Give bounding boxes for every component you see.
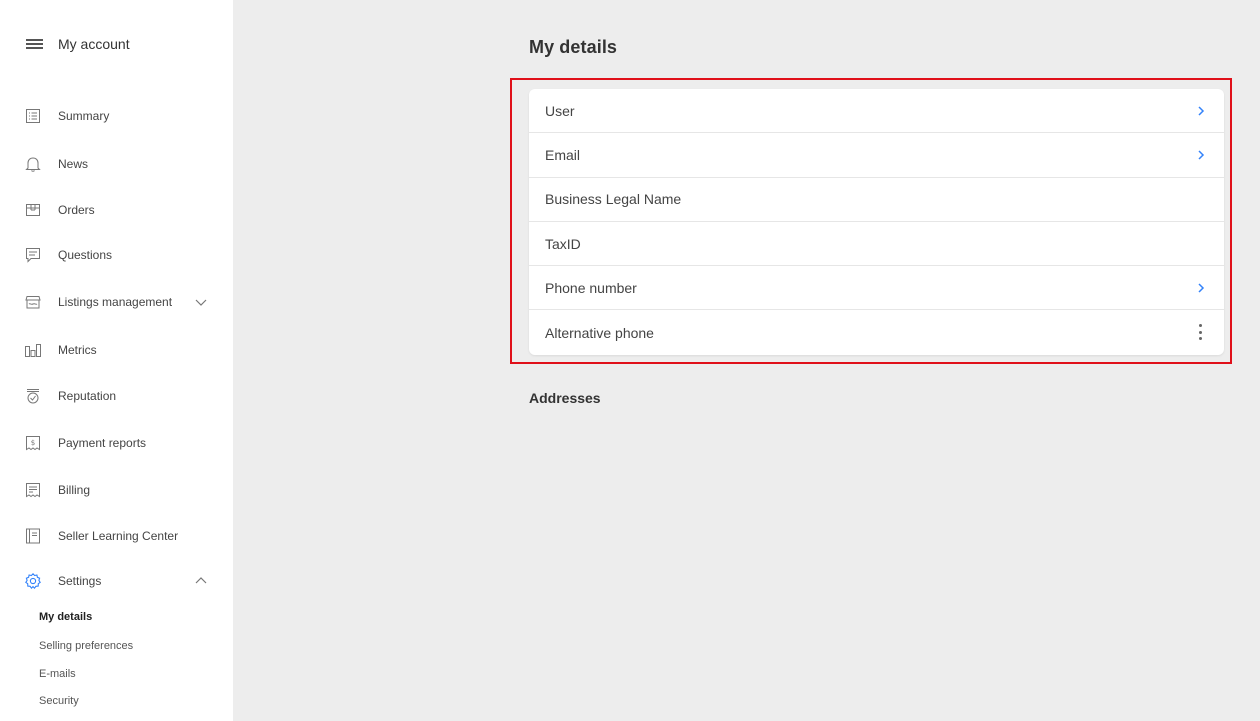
sidebar-item-label: Summary [58, 109, 110, 123]
detail-row-user[interactable]: User [529, 89, 1224, 134]
addresses-title: Addresses [529, 390, 601, 406]
sidebar-item-label: Questions [58, 248, 113, 262]
chevron-right-icon[interactable] [1196, 104, 1206, 118]
sidebar-item-reputation[interactable]: Reputation [24, 384, 214, 408]
detail-row-taxid: TaxID [529, 222, 1224, 267]
sidebar-item-settings[interactable]: Settings [24, 569, 214, 593]
sidebar-item-metrics[interactable]: Metrics [24, 338, 214, 362]
bell-icon [24, 155, 42, 173]
chevron-right-icon[interactable] [1196, 281, 1206, 295]
sidebar-item-seller-learning-center[interactable]: Seller Learning Center [24, 524, 214, 548]
store-icon [24, 293, 42, 311]
chat-icon [24, 246, 42, 264]
book-icon [24, 527, 42, 545]
chevron-down-icon[interactable] [194, 295, 208, 309]
settings-sub-security[interactable]: Security [39, 695, 79, 707]
kebab-menu-icon[interactable] [1198, 324, 1202, 341]
sidebar-item-label: Metrics [58, 343, 97, 357]
sidebar-title: My account [58, 36, 130, 52]
detail-label: Email [545, 146, 581, 163]
sidebar-item-summary[interactable]: Summary [24, 104, 214, 128]
sidebar-item-label: Listings management [58, 295, 173, 309]
details-card: User Email Business Legal Name TaxID Pho… [529, 89, 1224, 355]
gear-icon [24, 572, 42, 590]
svg-text:$: $ [31, 439, 35, 447]
receipt-icon [24, 481, 42, 499]
sidebar-item-payment-reports[interactable]: $ Payment reports [24, 431, 214, 455]
detail-label: Phone number [545, 279, 637, 296]
settings-sub-selling-preferences[interactable]: Selling preferences [39, 640, 133, 652]
sidebar-item-listings-management[interactable]: Listings management [24, 290, 214, 314]
dollar-receipt-icon: $ [24, 434, 42, 452]
detail-row-email[interactable]: Email [529, 133, 1224, 178]
sidebar-item-orders[interactable]: Orders [24, 198, 214, 222]
sidebar-item-label: Payment reports [58, 436, 147, 450]
badge-icon [24, 387, 42, 405]
detail-label: Business Legal Name [545, 191, 682, 208]
sidebar-item-label: Settings [58, 574, 102, 588]
detail-label: TaxID [545, 235, 581, 252]
list-icon [24, 107, 42, 125]
sidebar-item-news[interactable]: News [24, 152, 214, 176]
detail-row-business-legal-name: Business Legal Name [529, 178, 1224, 222]
bar-chart-icon [24, 341, 42, 359]
sidebar-item-label: Reputation [58, 389, 117, 403]
detail-row-phone-number[interactable]: Phone number [529, 266, 1224, 311]
page-title: My details [529, 37, 618, 57]
hamburger-menu-icon[interactable] [26, 38, 43, 50]
chevron-right-icon[interactable] [1196, 148, 1206, 162]
detail-row-alternative-phone[interactable]: Alternative phone [529, 310, 1224, 354]
settings-sub-my-details[interactable]: My details [39, 611, 92, 623]
sidebar-header: My account [26, 34, 130, 54]
sidebar-item-questions[interactable]: Questions [24, 243, 214, 267]
sidebar-item-label: Billing [58, 483, 91, 497]
detail-label: User [545, 102, 575, 119]
settings-sub-e-mails[interactable]: E-mails [39, 668, 76, 680]
sidebar: My account Summary News Orders Questions… [0, 0, 233, 721]
chevron-up-icon[interactable] [194, 574, 208, 588]
box-icon [24, 201, 42, 219]
sidebar-item-label: News [58, 157, 89, 171]
sidebar-item-billing[interactable]: Billing [24, 478, 214, 502]
sidebar-item-label: Seller Learning Center [58, 529, 179, 543]
sidebar-item-label: Orders [58, 203, 95, 217]
detail-label: Alternative phone [545, 324, 654, 341]
